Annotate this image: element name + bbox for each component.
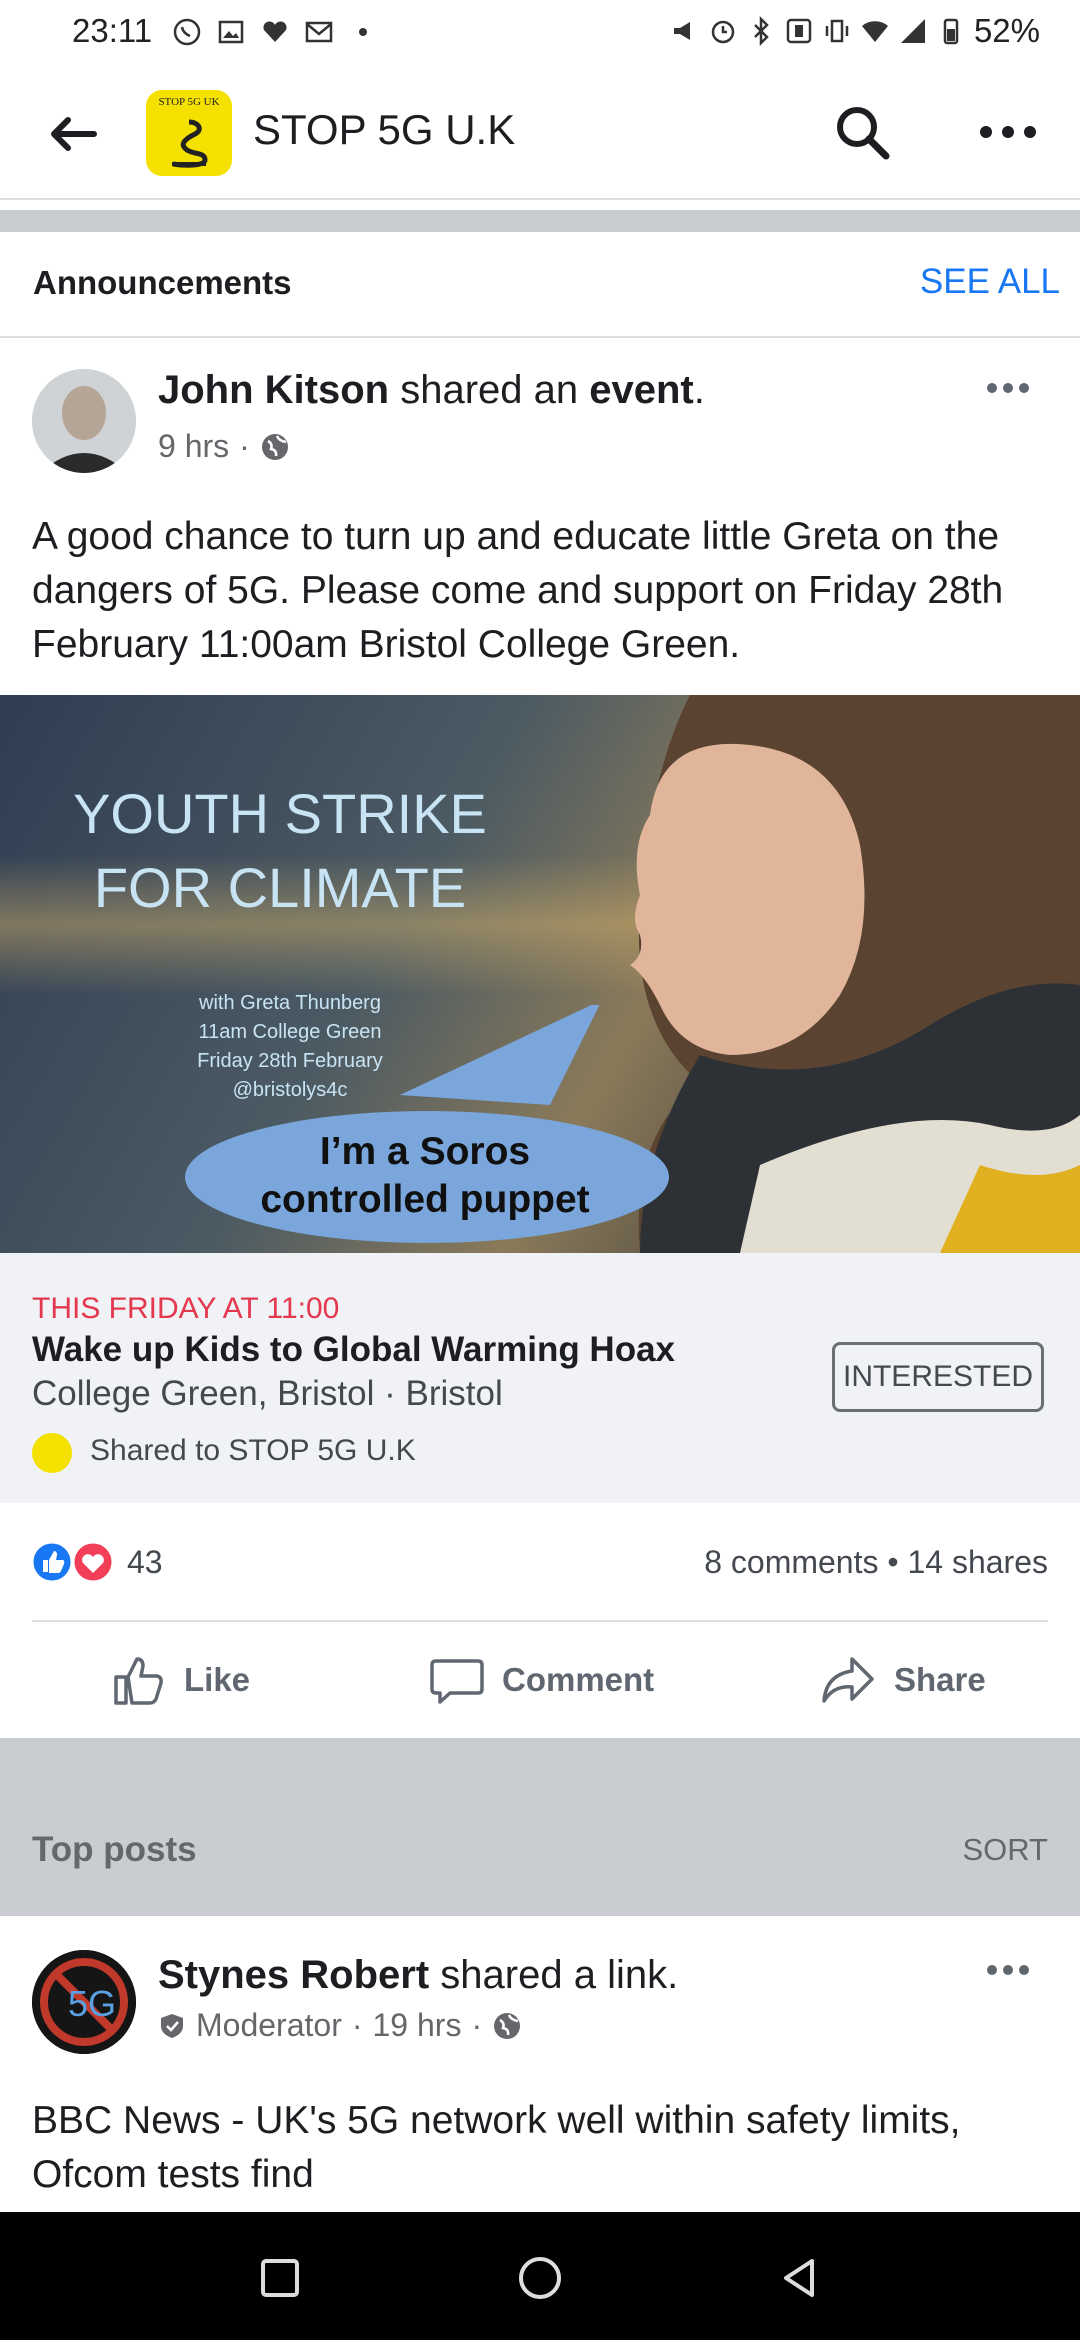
comment-button[interactable]: Comment [430, 1650, 654, 1710]
speech-bubble-text: I’m a Soros controlled puppet [180, 1128, 670, 1224]
share-arrow-icon [822, 1657, 874, 1703]
vibrate-icon [825, 19, 849, 43]
thumbs-up-icon [114, 1657, 163, 1705]
image-headline-line2: FOR CLIMATE [93, 856, 467, 919]
post-options-icon[interactable] [986, 1962, 1030, 1978]
post-time[interactable]: 9 hrs [158, 428, 229, 465]
avatar[interactable] [32, 369, 136, 473]
moderator-shield-icon [161, 2013, 183, 2038]
person-avatar-icon [32, 369, 136, 473]
group-logo[interactable]: STOP 5G UK [146, 90, 232, 176]
bubble-line1: I’m a Soros [319, 1130, 531, 1173]
event-link[interactable]: event [589, 368, 694, 412]
moderator-badge: Moderator [196, 2007, 342, 2043]
interested-button[interactable]: INTERESTED [832, 1342, 1044, 1412]
battery-icon [943, 18, 959, 45]
mail-icon [305, 21, 333, 43]
status-bar: 23:11 52% [0, 0, 1080, 66]
alarm-icon [711, 20, 735, 44]
post-meta: 9 hrs · [158, 428, 290, 465]
post-text: BBC News - UK's 5G network well within s… [32, 2099, 961, 2196]
post-time[interactable]: 19 hrs [373, 2007, 462, 2044]
post-header: Stynes Robert shared a link. [158, 1953, 678, 1998]
comment-label: Comment [502, 1661, 655, 1698]
sort-button[interactable]: SORT [962, 1832, 1048, 1868]
svg-text:5G: 5G [68, 1983, 116, 2024]
avatar[interactable]: 5G [32, 1950, 136, 2054]
announcements-title: Announcements [33, 264, 292, 301]
meta-separator: · [351, 2007, 363, 2043]
event-location: College Green, Bristol · Bristol [32, 1374, 503, 1413]
bubble-line2: controlled puppet [260, 1178, 590, 1221]
event-date: THIS FRIDAY AT 11:00 [32, 1292, 340, 1325]
top-posts-title: Top posts [32, 1830, 197, 1869]
shared-to-label[interactable]: Shared to STOP 5G U.K [90, 1434, 416, 1468]
signal-icon [900, 19, 925, 43]
meta-separator: · [471, 2007, 483, 2043]
globe-icon [261, 433, 288, 460]
battery-percent: 52% [973, 12, 1040, 49]
status-time: 23:11 [72, 12, 153, 49]
meta-separator: · [239, 428, 250, 464]
image-headline: YOUTH STRIKE FOR CLIMATE [70, 777, 490, 925]
author-name[interactable]: Stynes Robert [158, 1953, 429, 1997]
post-action-text: shared an [389, 368, 590, 412]
whatsapp-icon [173, 18, 201, 46]
share-button[interactable]: Share [820, 1650, 986, 1710]
reactions-icons[interactable] [30, 1538, 118, 1586]
recent-apps-icon[interactable] [258, 2256, 302, 2300]
like-button[interactable]: Like [112, 1650, 250, 1710]
section-divider [0, 210, 1080, 232]
image-headline-line1: YOUTH STRIKE [73, 782, 487, 845]
more-options-icon[interactable] [978, 114, 1038, 150]
megaphone-icon [673, 22, 690, 40]
share-label: Share [894, 1661, 986, 1698]
top-posts-band [0, 1738, 1080, 1916]
comments-shares-count[interactable]: 8 comments • 14 shares [704, 1544, 1048, 1581]
event-cover-image[interactable]: YOUTH STRIKE FOR CLIMATE with Greta Thun… [0, 695, 1080, 1253]
wifi-icon [861, 21, 888, 42]
image-icon [218, 20, 244, 44]
app-bar: STOP 5G UK STOP 5G U.K [0, 66, 1080, 200]
see-all-link[interactable]: SEE ALL [920, 262, 1060, 302]
divider [32, 1620, 1048, 1622]
nfc-icon [786, 18, 812, 44]
home-icon[interactable] [516, 2254, 564, 2302]
group-logo-text: STOP 5G UK [158, 96, 220, 108]
dot-icon [359, 28, 367, 36]
announcements-header: Announcements SEE ALL [0, 232, 1080, 338]
notification-icons [172, 14, 378, 50]
post-action-text: shared a link. [429, 1953, 679, 1997]
post-action-end: . [693, 368, 705, 412]
event-title[interactable]: Wake up Kids to Global Warming Hoax [32, 1330, 675, 1370]
reaction-count[interactable]: 43 [127, 1544, 163, 1581]
system-nav-bar [0, 2212, 1080, 2340]
author-name[interactable]: John Kitson [158, 368, 389, 412]
search-icon[interactable] [832, 102, 892, 162]
group-mini-logo-icon [32, 1433, 72, 1473]
globe-icon [494, 2012, 521, 2039]
5g-logo-avatar-icon: 5G [32, 1950, 136, 2054]
post-text: A good chance to turn up and educate lit… [32, 515, 1004, 666]
comment-bubble-icon [430, 1659, 484, 1704]
bluetooth-icon [754, 16, 769, 46]
post-meta: Moderator · 19 hrs · [158, 2007, 522, 2044]
heart-pulse-icon [263, 21, 287, 42]
snake-icon [172, 119, 208, 168]
system-icons: 52% [670, 12, 1040, 50]
post-options-icon[interactable] [986, 380, 1030, 396]
page-title: STOP 5G U.K [253, 106, 516, 153]
back-nav-icon[interactable] [778, 2256, 822, 2300]
back-arrow-icon[interactable] [44, 106, 100, 162]
post-header: John Kitson shared an event. [158, 368, 705, 413]
like-label: Like [184, 1661, 251, 1698]
